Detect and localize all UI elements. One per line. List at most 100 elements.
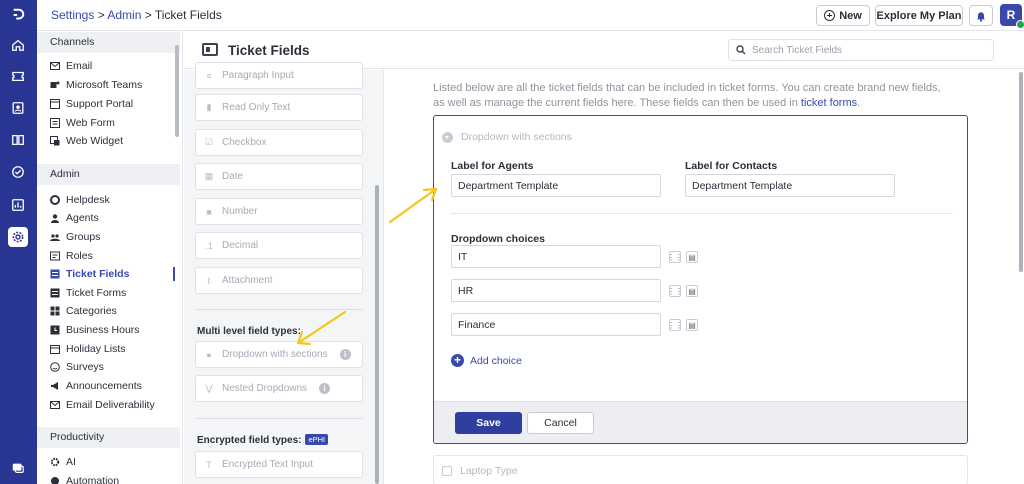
sidebar-item-support-portal[interactable]: Support Portal bbox=[50, 96, 133, 112]
field-card-laptop-type[interactable]: Laptop Type bbox=[433, 455, 968, 484]
roles-icon bbox=[50, 251, 60, 261]
double-chevron-icon: ⋁ bbox=[205, 383, 213, 393]
sidebar-item-web-form[interactable]: Web Form bbox=[50, 115, 115, 131]
trash-icon[interactable]: ▤ bbox=[686, 285, 698, 297]
field-type-date[interactable]: ▦ Date bbox=[195, 163, 363, 190]
cancel-button[interactable]: Cancel bbox=[527, 412, 594, 434]
choice-input-finance[interactable]: Finance bbox=[451, 313, 661, 336]
sidebar-item-categories[interactable]: Categories bbox=[50, 303, 117, 319]
teams-icon bbox=[50, 81, 60, 88]
avatar-initial: R bbox=[1006, 8, 1016, 22]
sidebar-item-label: Email Deliverability bbox=[66, 399, 155, 411]
settings-gear-icon[interactable] bbox=[8, 227, 28, 247]
sidebar-item-microsoft-teams[interactable]: Microsoft Teams bbox=[50, 77, 142, 93]
sidebar-item-roles[interactable]: Roles bbox=[50, 248, 93, 264]
choice-input-hr[interactable]: HR bbox=[451, 279, 661, 302]
sidebar-item-label: Support Portal bbox=[66, 98, 134, 110]
breadcrumb-current: Ticket Fields bbox=[154, 8, 222, 22]
sidebar-item-helpdesk[interactable]: Helpdesk bbox=[50, 192, 110, 208]
field-card-label: Laptop Type bbox=[460, 465, 518, 477]
app-rail bbox=[0, 0, 37, 484]
info-icon[interactable]: i bbox=[339, 349, 351, 360]
breadcrumb: Settings > Admin > Ticket Fields bbox=[51, 8, 222, 22]
drag-handle-icon[interactable]: ⋮⋮ bbox=[667, 251, 683, 263]
field-type-label: Paragraph Input bbox=[222, 70, 294, 81]
notifications-button[interactable] bbox=[969, 5, 993, 26]
drag-handle-icon[interactable]: ⋮⋮ bbox=[667, 285, 683, 297]
ephi-badge: ePHI bbox=[305, 434, 329, 445]
breadcrumb-settings[interactable]: Settings bbox=[51, 8, 94, 22]
explore-plan-button[interactable]: Explore My Plan bbox=[875, 5, 963, 26]
sidebar-item-ai[interactable]: AI bbox=[50, 454, 76, 470]
description-end: . bbox=[857, 97, 861, 109]
search-placeholder: Search Ticket Fields bbox=[752, 44, 843, 56]
channels-heading: Channels bbox=[37, 32, 180, 53]
drag-handle-icon[interactable]: ⋮⋮ bbox=[667, 319, 683, 331]
field-type-encrypted-text-input[interactable]: T Encrypted Text Input bbox=[195, 451, 363, 478]
sidebar-item-label: Surveys bbox=[66, 361, 104, 373]
new-button[interactable]: New bbox=[816, 5, 870, 26]
field-type-nested-dropdowns[interactable]: ⋁ Nested Dropdowns i bbox=[195, 375, 363, 402]
clock-icon bbox=[50, 325, 60, 335]
tasks-icon[interactable] bbox=[8, 162, 28, 182]
sidebar-item-surveys[interactable]: Surveys bbox=[50, 359, 104, 375]
multi-level-label: Multi level field types: bbox=[197, 326, 301, 337]
add-choice-button[interactable]: + Add choice bbox=[451, 354, 522, 367]
field-type-decimal[interactable]: .1 Decimal bbox=[195, 232, 363, 259]
dropdown-choices-title: Dropdown choices bbox=[451, 233, 545, 245]
encrypted-label-text: Encrypted field types: bbox=[197, 435, 302, 446]
sidebar-item-label: Helpdesk bbox=[66, 194, 110, 206]
chat-icon[interactable] bbox=[8, 458, 28, 478]
active-item-marker bbox=[173, 267, 175, 281]
palette-scrollbar[interactable] bbox=[375, 185, 379, 484]
ticket-fields-icon bbox=[50, 269, 60, 279]
label-for-agents-input[interactable]: Department Template bbox=[451, 174, 661, 197]
sidebar-item-groups[interactable]: Groups bbox=[50, 229, 100, 245]
field-editor-card: Dropdown with sections Label for Agents … bbox=[433, 115, 968, 444]
field-type-dropdown-with-sections[interactable]: ● Dropdown with sections i bbox=[195, 341, 363, 368]
info-icon[interactable]: i bbox=[319, 383, 331, 394]
field-type-label: Decimal bbox=[222, 240, 259, 251]
choice-input-it[interactable]: IT bbox=[451, 245, 661, 268]
main-scrollbar[interactable] bbox=[1019, 72, 1023, 272]
field-type-paragraph-input[interactable]: ≡ Paragraph Input bbox=[195, 62, 363, 89]
trash-icon[interactable]: ▤ bbox=[686, 251, 698, 263]
sidebar-item-email[interactable]: Email bbox=[50, 58, 92, 74]
sidebar-item-agents[interactable]: Agents bbox=[50, 210, 99, 226]
settings-sidebar: Channels Email Microsoft Teams Support P… bbox=[37, 31, 183, 484]
main-content: Listed below are all the ticket fields t… bbox=[385, 70, 1024, 484]
breadcrumb-separator: > bbox=[141, 8, 155, 22]
new-button-label: New bbox=[839, 9, 862, 22]
field-type-read-only-text[interactable]: ▮ Read Only Text bbox=[195, 94, 363, 121]
knowledge-base-icon[interactable] bbox=[8, 130, 28, 150]
reports-icon[interactable] bbox=[8, 195, 28, 215]
sidebar-item-ticket-fields[interactable]: Ticket Fields bbox=[50, 266, 129, 282]
sidebar-item-label: AI bbox=[66, 456, 76, 468]
sidebar-item-email-deliverability[interactable]: Email Deliverability bbox=[50, 397, 155, 413]
sidebar-item-automation[interactable]: Automation bbox=[50, 473, 119, 484]
sidebar-item-holiday-lists[interactable]: Holiday Lists bbox=[50, 341, 126, 357]
field-type-checkbox[interactable]: ☑ Checkbox bbox=[195, 129, 363, 156]
label-for-contacts-input[interactable]: Department Template bbox=[685, 174, 895, 197]
home-icon[interactable] bbox=[8, 35, 28, 55]
sidebar-item-announcements[interactable]: Announcements bbox=[50, 378, 142, 394]
sidebar-scrollbar[interactable] bbox=[175, 45, 179, 137]
sidebar-item-business-hours[interactable]: Business Hours bbox=[50, 322, 140, 338]
dropdown-icon bbox=[442, 131, 453, 143]
field-type-attachment[interactable]: ℓ Attachment bbox=[195, 267, 363, 294]
contacts-icon[interactable] bbox=[8, 98, 28, 118]
sidebar-item-ticket-forms[interactable]: Ticket Forms bbox=[50, 285, 126, 301]
breadcrumb-admin[interactable]: Admin bbox=[107, 8, 141, 22]
dropdown-icon: ● bbox=[206, 349, 212, 360]
widget-icon bbox=[50, 136, 60, 146]
agent-icon bbox=[51, 214, 59, 223]
tickets-icon[interactable] bbox=[8, 66, 28, 86]
search-ticket-fields-input[interactable]: Search Ticket Fields bbox=[728, 39, 994, 61]
user-avatar[interactable]: R bbox=[1000, 4, 1024, 29]
ticket-forms-link[interactable]: ticket forms bbox=[801, 97, 857, 109]
field-type-number[interactable]: ■ Number bbox=[195, 198, 363, 225]
save-button[interactable]: Save bbox=[455, 412, 522, 434]
trash-icon[interactable]: ▤ bbox=[686, 319, 698, 331]
sidebar-item-web-widget[interactable]: Web Widget bbox=[50, 133, 123, 149]
logo-icon[interactable] bbox=[8, 5, 28, 25]
